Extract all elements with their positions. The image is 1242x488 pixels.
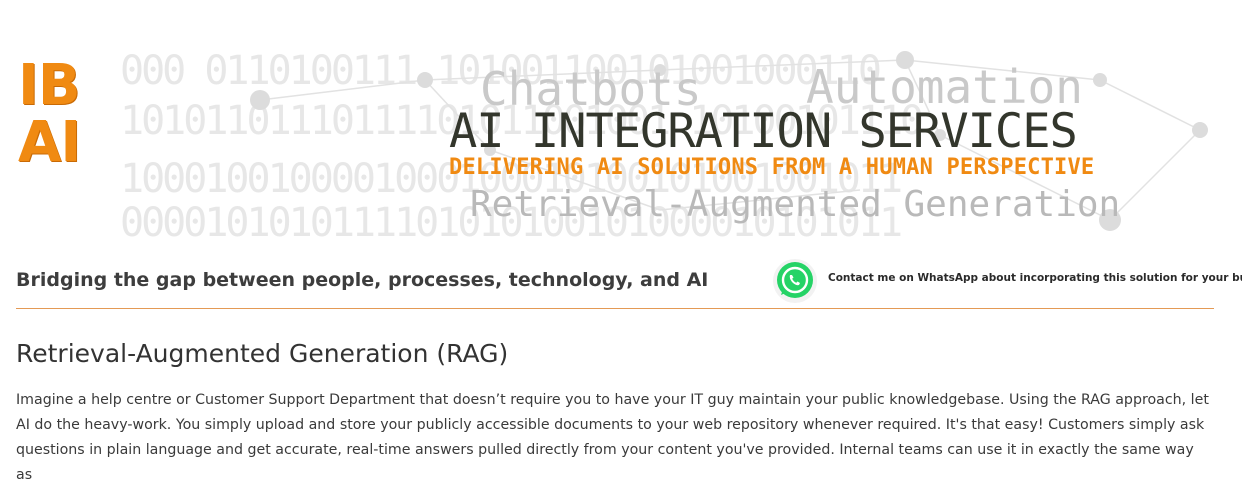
banner-subhead: DELIVERING AI SOLUTIONS FROM A HUMAN PER… <box>449 155 1095 180</box>
ibai-logo: IB AI <box>18 58 90 172</box>
whatsapp-icon[interactable] <box>772 258 818 304</box>
logo-line: AI <box>18 110 81 175</box>
whatsapp-contact-link[interactable]: Contact me on WhatsApp about incorporati… <box>828 272 1242 284</box>
header-banner: 000 0110100111 101001100101001000110 101… <box>0 0 1242 250</box>
tag-rag: Retrieval-Augmented Generation <box>470 184 1121 225</box>
site-tagline: Bridging the gap between people, process… <box>16 269 709 291</box>
header-divider <box>16 308 1214 309</box>
banner-headline: AI INTEGRATION SERVICES <box>449 104 1078 159</box>
section-paragraph: Imagine a help centre or Customer Suppor… <box>16 392 1209 483</box>
logo-line: IB <box>18 53 81 118</box>
section-title: Retrieval-Augmented Generation (RAG) <box>16 339 509 368</box>
